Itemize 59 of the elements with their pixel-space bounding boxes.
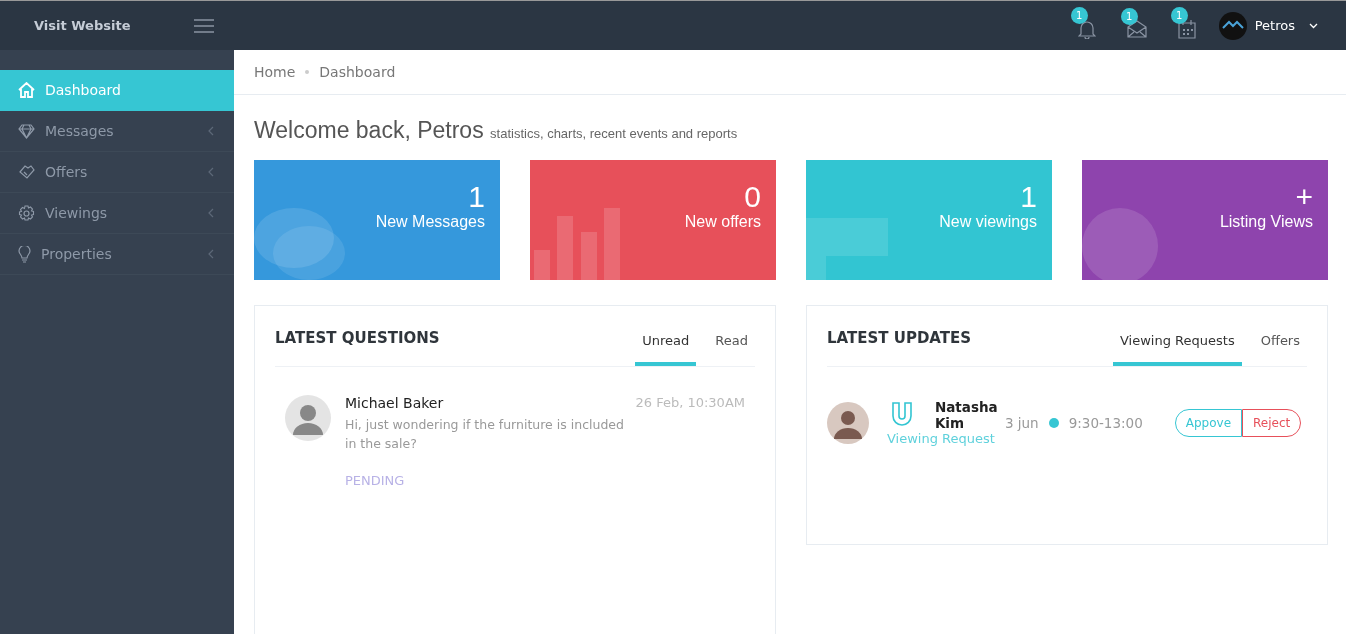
message-text: Hi, just wondering if the furniture is included in the sale?: [345, 416, 625, 454]
breadcrumb-separator-icon: [305, 70, 310, 74]
stat-card[interactable]: + Listing Views: [1082, 160, 1328, 280]
chevron-left-icon: [208, 126, 214, 136]
notification-badge: 1: [1070, 6, 1088, 24]
avatar-silhouette-icon: [827, 401, 869, 444]
panel-tab[interactable]: Viewing Requests: [1113, 333, 1242, 366]
chevron-down-icon[interactable]: [1309, 22, 1318, 29]
panel-tab[interactable]: Unread: [635, 333, 697, 366]
lightbulb-icon: [18, 245, 31, 263]
bell-icon[interactable]: [1077, 18, 1096, 39]
panel-title: LATEST UPDATES: [827, 328, 972, 347]
user-avatar-icon[interactable]: [1218, 11, 1247, 40]
chevron-left-icon: [208, 167, 214, 177]
stat-label: New Messages: [374, 213, 485, 231]
page-subtitle: statistics, charts, recent events and reports: [490, 126, 738, 141]
status-dot-icon: [1048, 417, 1059, 428]
approve-button[interactable]: Appove: [1174, 408, 1243, 437]
notification-badge: 1: [1120, 7, 1138, 25]
panel-tab[interactable]: Offers: [1253, 333, 1307, 366]
avatar-silhouette-icon: [285, 395, 331, 441]
requester-name: Natasha Kim: [934, 399, 995, 431]
sidebar-item[interactable]: Dashboard: [0, 70, 234, 111]
message-time: 26 Feb, 10:30AM: [635, 395, 745, 411]
stat-value: 1: [467, 180, 485, 213]
stat-value: +: [1294, 180, 1313, 213]
envelope-icon[interactable]: [1126, 19, 1147, 38]
stat-label: New offers: [683, 213, 761, 231]
chevron-left-icon: [208, 208, 214, 218]
panel-title: LATEST QUESTIONS: [275, 328, 440, 347]
panel-tab[interactable]: Read: [708, 333, 755, 366]
sender-name: Michael Baker: [345, 395, 444, 411]
stat-value: 1: [1019, 180, 1037, 213]
speech-bubbles-icon: [254, 208, 346, 280]
globe-icon: [1082, 208, 1158, 280]
breadcrumb-link[interactable]: Dashboard: [319, 64, 396, 80]
gear-icon: [18, 204, 35, 222]
calendar-icon[interactable]: [1177, 18, 1196, 39]
chevron-left-icon: [208, 249, 214, 259]
request-type: Viewing Request: [887, 431, 995, 446]
stat-card[interactable]: 1 New Messages: [254, 160, 500, 280]
user-name[interactable]: Petros: [1254, 18, 1295, 33]
page-title: Welcome back, Petros: [254, 117, 484, 143]
stat-label: Listing Views: [1218, 213, 1313, 231]
reject-button[interactable]: Reject: [1242, 408, 1302, 437]
visit-website-link[interactable]: Visit Website: [34, 18, 131, 33]
stat-label: New viewings: [938, 213, 1037, 231]
menu-icon[interactable]: [194, 18, 214, 33]
stat-value: 0: [743, 180, 761, 213]
notification-badge: 1: [1170, 6, 1188, 24]
diamond-icon: [18, 123, 35, 139]
stat-card[interactable]: 1 New viewings: [806, 160, 1052, 280]
breadcrumb-link[interactable]: Home: [254, 64, 296, 80]
home-icon: [18, 82, 35, 98]
magnet-icon: [890, 402, 913, 428]
status-label: PENDING: [345, 472, 405, 488]
stat-card[interactable]: 0 New offers: [530, 160, 776, 280]
request-date: 3 jun: [1004, 414, 1039, 431]
request-time: 9:30-13:00: [1068, 414, 1143, 431]
